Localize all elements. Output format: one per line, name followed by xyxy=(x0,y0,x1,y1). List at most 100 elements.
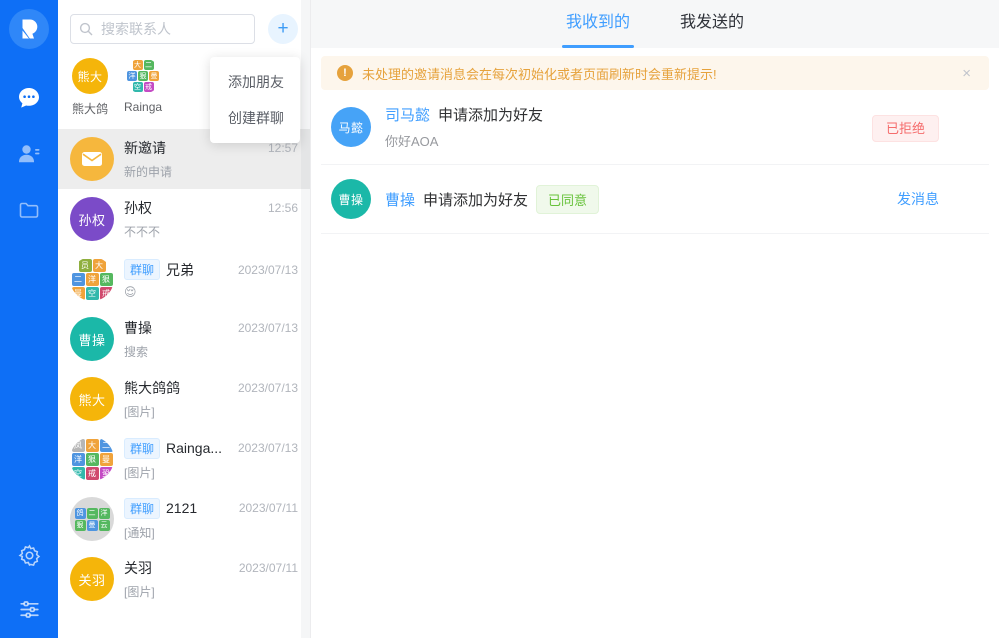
conversation-time: 2023/07/13 xyxy=(238,263,298,277)
add-button[interactable]: + xyxy=(268,14,298,44)
folder-icon[interactable] xyxy=(16,197,42,223)
warning-icon: ! xyxy=(337,65,353,81)
quick-contact[interactable]: 大二洋狠曼空戒 Rainga xyxy=(124,58,162,117)
avatar: 曹操 xyxy=(331,179,371,219)
friend-request-row: 马懿司马懿申请添加为好友你好AOA 已拒绝 xyxy=(321,90,989,165)
avatar: 凤大二洋狠曼空戒蛩 xyxy=(70,437,114,481)
status-badge: 已同意 xyxy=(536,185,599,214)
conversation-subtitle: 新的申请 xyxy=(124,163,298,180)
conversation-title: 熊大鸽鸽 xyxy=(124,378,180,398)
avatar-cell: 狠 xyxy=(138,71,148,81)
avatar-cell: 二 xyxy=(87,508,98,519)
conversation-subtitle: [图片] xyxy=(124,403,298,420)
send-message-link[interactable]: 发消息 xyxy=(897,191,939,207)
close-icon[interactable]: × xyxy=(960,65,973,82)
contacts-icon[interactable] xyxy=(16,141,42,167)
quick-contact[interactable]: 熊大熊大鸽 xyxy=(72,58,108,117)
conversation-item[interactable]: 熊大熊大鸽鸽 2023/07/13 [图片] xyxy=(58,369,310,429)
avatar-cell: 洋 xyxy=(99,508,110,519)
conversation-subtitle: [图片] xyxy=(124,583,298,600)
avatar-cell: 二 xyxy=(100,439,113,452)
contact-name: Rainga xyxy=(124,100,162,114)
group-tag: 群聊 xyxy=(124,498,160,519)
conversation-item[interactable]: 曹操曹操 2023/07/13 搜索 xyxy=(58,309,310,369)
add-menu: 添加朋友创建群聊 xyxy=(210,57,300,143)
app-logo[interactable] xyxy=(9,9,49,49)
conversation-title: Rainga... xyxy=(166,440,222,456)
conversation-subtitle: [通知] xyxy=(124,524,298,541)
search-box xyxy=(70,14,255,44)
avatar-cell: 曼 xyxy=(72,287,85,300)
avatar-cell: 大 xyxy=(86,439,99,452)
avatar-cell: 空 xyxy=(133,82,143,92)
conversation-title: 曹操 xyxy=(124,318,152,338)
avatar-cell: 曼 xyxy=(149,71,159,81)
group-tag: 群聊 xyxy=(124,438,160,459)
filters-icon[interactable] xyxy=(16,596,42,622)
avatar-cell: 洋 xyxy=(127,71,137,81)
avatar: 鸽二洋狠曼云 xyxy=(70,497,114,541)
contact-name: 熊大鸽 xyxy=(72,100,108,117)
avatar: 熊大 xyxy=(70,377,114,421)
conversation-time: 2023/07/13 xyxy=(238,381,298,395)
avatar-cell: 大 xyxy=(93,259,106,272)
avatar-cell: 洋 xyxy=(72,453,85,466)
warning-banner: ! 未处理的邀请消息会在每次初始化或者页面刷新时会重新提示! × xyxy=(321,56,989,90)
avatar-cell: 二 xyxy=(72,273,85,286)
avatar-cell: 二 xyxy=(144,60,154,70)
avatar-cell: 空 xyxy=(86,287,99,300)
logo-icon xyxy=(18,17,40,41)
avatar-cell: 狠 xyxy=(86,453,99,466)
avatar-cell: 蛩 xyxy=(100,467,113,480)
avatar: 关羽 xyxy=(70,557,114,601)
search-contacts-input[interactable] xyxy=(70,14,255,44)
avatar-cell: 狠 xyxy=(100,273,113,286)
status-badge: 已拒绝 xyxy=(872,115,939,142)
menu-create-group[interactable]: 创建群聊 xyxy=(210,100,300,136)
request-action-text: 申请添加为好友 xyxy=(438,104,543,125)
conversation-item[interactable]: 孙权孙权12:56不不不 xyxy=(58,189,310,249)
conversation-title: 关羽 xyxy=(124,558,152,578)
conversation-list: 新邀请12:57新的申请孙权孙权12:56不不不员大二洋狠曼空戒群聊兄弟2023… xyxy=(58,129,310,609)
conversation-item[interactable]: 关羽关羽2023/07/11[图片] xyxy=(58,549,310,609)
avatar: 曹操 xyxy=(70,317,114,361)
tab-sent[interactable]: 我发送的 xyxy=(676,0,748,48)
conversation-time: 2023/07/13 xyxy=(238,441,298,455)
avatar: 熊大 xyxy=(72,58,108,94)
conversation-item[interactable]: 鸽二洋狠曼云群聊21212023/07/11[通知] xyxy=(58,489,310,549)
requester-name[interactable]: 司马懿 xyxy=(385,104,430,125)
conversation-title: 2121 xyxy=(166,500,197,516)
avatar: 马懿 xyxy=(331,107,371,147)
envelope-avatar xyxy=(70,137,114,181)
menu-add-friend[interactable]: 添加朋友 xyxy=(210,64,300,100)
search-icon xyxy=(79,22,93,36)
conversation-title: 新邀请 xyxy=(124,138,166,158)
main-content: 我收到的我发送的 ! 未处理的邀请消息会在每次初始化或者页面刷新时会重新提示! … xyxy=(310,0,999,638)
avatar-cell: 空 xyxy=(72,467,85,480)
conversation-subtitle: 不不不 xyxy=(124,223,298,240)
avatar-cell: 戒 xyxy=(86,467,99,480)
conversation-item[interactable]: 凤大二洋狠曼空戒蛩群聊Rainga...2023/07/13[图片] xyxy=(58,429,310,489)
request-message: 你好AOA xyxy=(385,131,858,150)
friend-request-row: 曹操曹操申请添加为好友已同意发消息 xyxy=(321,165,989,234)
settings-icon[interactable] xyxy=(16,542,42,568)
group-tag: 群聊 xyxy=(124,259,160,280)
avatar: 员大二洋狠曼空戒 xyxy=(70,257,114,301)
conversation-time: 2023/07/11 xyxy=(239,501,298,515)
avatar: 大二洋狠曼空戒 xyxy=(125,58,161,94)
conversation-time: 2023/07/13 xyxy=(238,321,298,335)
avatar-cell: 云 xyxy=(99,520,110,531)
requester-name[interactable]: 曹操 xyxy=(385,189,415,210)
conversation-item[interactable]: 员大二洋狠曼空戒群聊兄弟2023/07/13😌 xyxy=(58,249,310,309)
warning-text: 未处理的邀请消息会在每次初始化或者页面刷新时会重新提示! xyxy=(362,64,717,83)
avatar-cell: 狠 xyxy=(75,520,86,531)
avatar-cell: 大 xyxy=(133,60,143,70)
tab-received[interactable]: 我收到的 xyxy=(562,0,634,48)
conversation-subtitle: [图片] xyxy=(124,464,298,481)
avatar-cell: 曼 xyxy=(100,453,113,466)
conversation-time: 12:57 xyxy=(268,141,298,155)
chat-icon[interactable] xyxy=(16,85,42,111)
avatar: 孙权 xyxy=(70,197,114,241)
conversation-subtitle: 搜索 xyxy=(124,343,298,360)
avatar-cell: 鸽 xyxy=(75,508,86,519)
